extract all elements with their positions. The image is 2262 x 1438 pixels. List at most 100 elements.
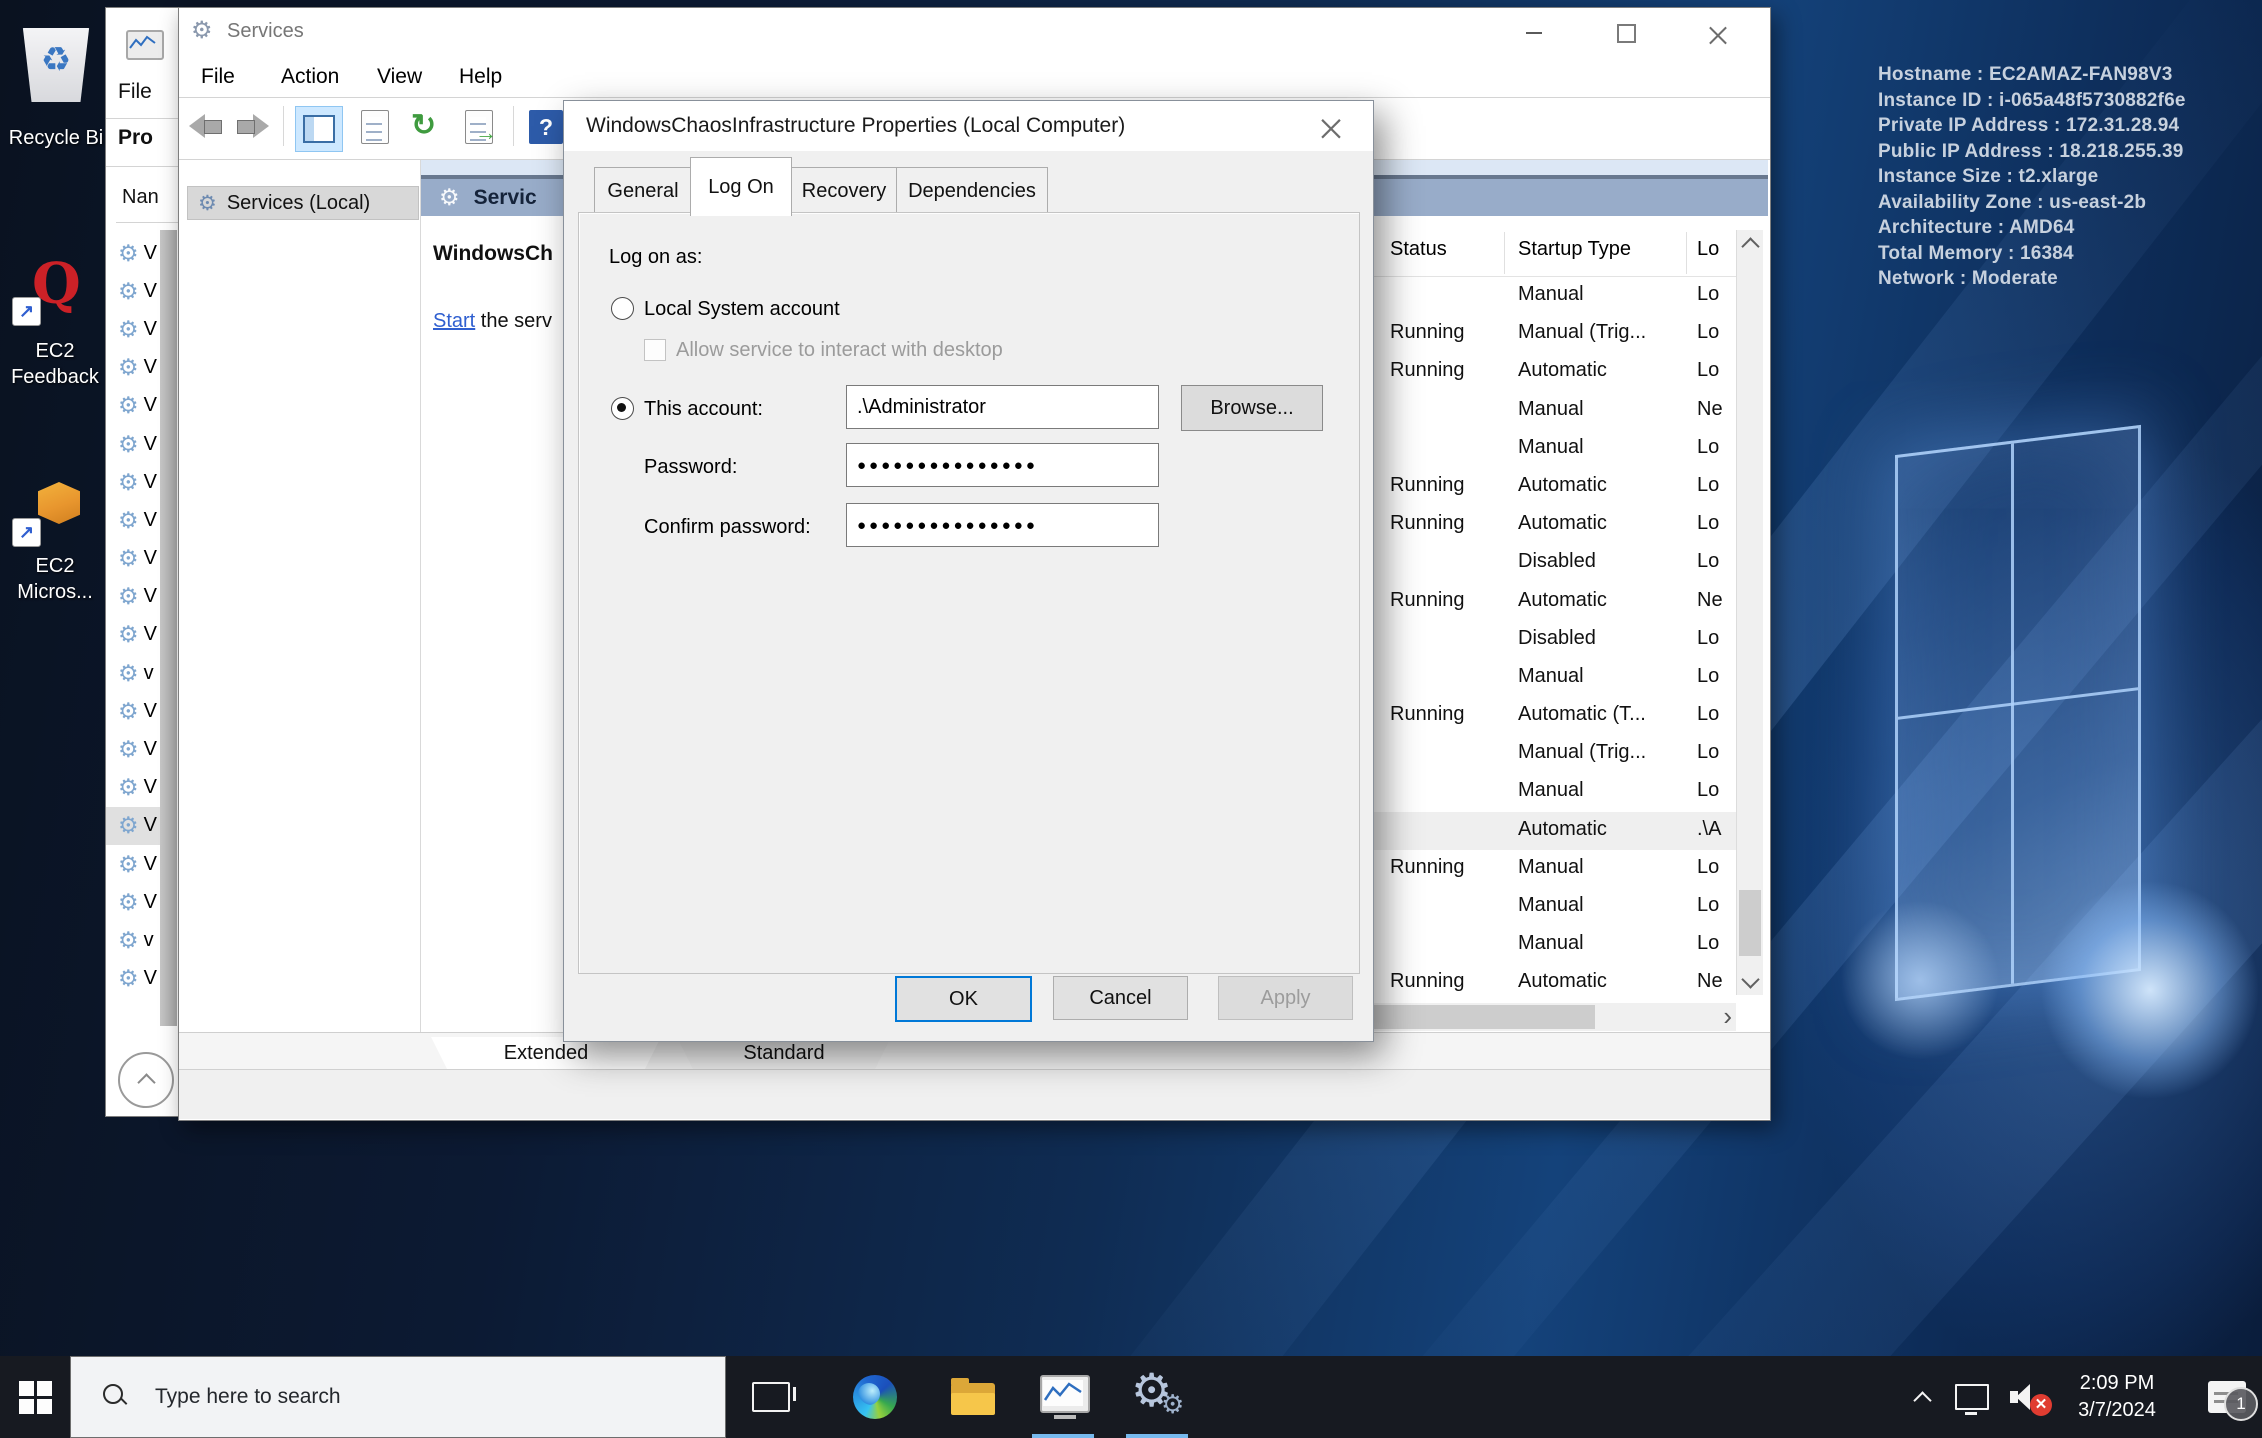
bg-service-row[interactable]: ⚙V <box>106 463 162 501</box>
service-list-row[interactable]: ManualLo <box>1373 430 1736 468</box>
file-explorer-button[interactable] <box>938 1356 1008 1438</box>
bg-service-row[interactable]: ⚙V <box>106 616 162 654</box>
dialog-titlebar[interactable]: WindowsChaosInfrastructure Properties (L… <box>564 101 1373 151</box>
service-list-row[interactable]: RunningManualLo <box>1373 850 1736 888</box>
scroll-right-button[interactable]: › <box>1723 1001 1732 1032</box>
service-list-row[interactable]: ManualLo <box>1373 773 1736 811</box>
refresh-icon[interactable]: ↻ <box>411 108 436 143</box>
properties-icon[interactable] <box>361 110 389 144</box>
service-list-row[interactable]: Manual (Trig...Lo <box>1373 735 1736 773</box>
menu-help[interactable]: Help <box>453 56 508 98</box>
tab-general[interactable]: General <box>594 167 692 214</box>
service-list-row[interactable]: ManualLo <box>1373 888 1736 926</box>
account-input[interactable] <box>846 385 1159 429</box>
bg-service-row[interactable]: ⚙V <box>106 501 162 539</box>
bg-service-row[interactable]: ⚙v <box>106 654 162 692</box>
local-system-label[interactable]: Local System account <box>644 298 840 321</box>
service-list-row[interactable]: DisabledLo <box>1373 621 1736 659</box>
tray-chevron-button[interactable] <box>1900 1356 1944 1438</box>
taskbar-clock[interactable]: 2:09 PM 3/7/2024 <box>2052 1356 2182 1438</box>
edge-button[interactable] <box>840 1356 910 1438</box>
bg-service-row[interactable]: ⚙V <box>106 272 162 310</box>
bg-service-row[interactable]: ⚙V <box>106 730 162 768</box>
tree-item-services-local[interactable]: ⚙ Services (Local) <box>187 186 419 220</box>
scroll-down-button[interactable] <box>1737 967 1763 995</box>
bg-service-row[interactable]: ⚙V <box>106 883 162 921</box>
menu-action[interactable]: Action <box>275 56 345 98</box>
bg-window-expand-button[interactable] <box>118 1052 174 1108</box>
column-separator[interactable] <box>1686 232 1687 274</box>
titlebar[interactable]: ⚙ Services <box>179 8 1770 56</box>
bg-service-row[interactable]: ⚙V <box>106 234 162 272</box>
browse-button[interactable]: Browse... <box>1181 385 1323 431</box>
minimize-button[interactable] <box>1509 18 1559 48</box>
service-list-row[interactable]: RunningManual (Trig...Lo <box>1373 315 1736 353</box>
ok-button[interactable]: OK <box>895 976 1032 1022</box>
this-account-radio[interactable] <box>611 397 634 420</box>
password-input[interactable] <box>846 443 1159 487</box>
bg-service-row[interactable]: ⚙V <box>106 769 162 807</box>
column-header-log-on-as[interactable]: Lo <box>1697 238 1719 261</box>
bg-service-row[interactable]: ⚙V <box>106 425 162 463</box>
bg-window-scroll-edge[interactable] <box>160 230 177 1026</box>
column-header-startup-type[interactable]: Startup Type <box>1518 238 1631 261</box>
menu-view[interactable]: View <box>371 56 428 98</box>
perfmon-button[interactable] <box>1030 1356 1100 1438</box>
menu-file[interactable]: File <box>195 56 241 98</box>
horizontal-scroll-thumb[interactable] <box>1373 1005 1595 1029</box>
service-list-row[interactable]: Automatic.\A <box>1373 812 1736 850</box>
forward-button[interactable] <box>235 114 269 138</box>
bg-service-row[interactable]: ⚙V <box>106 845 162 883</box>
service-list-row[interactable]: ManualLo <box>1373 277 1736 315</box>
bg-window-toolbar-label[interactable]: Pro <box>118 126 153 150</box>
desktop-icon-ec2-feedback[interactable]: Q ↗ EC2 Feedback <box>0 255 118 405</box>
close-button[interactable] <box>1693 18 1743 48</box>
desktop-icon-ec2-microsoft[interactable]: ↗ EC2 Micros... <box>0 478 118 628</box>
service-list-row[interactable]: ManualNe <box>1373 392 1736 430</box>
service-list-row[interactable]: ManualLo <box>1373 659 1736 697</box>
service-list-row[interactable]: RunningAutomatic (T...Lo <box>1373 697 1736 735</box>
vertical-scroll-thumb[interactable] <box>1739 890 1761 956</box>
tab-recovery[interactable]: Recovery <box>790 167 898 214</box>
horizontal-scrollbar[interactable]: › <box>1373 1003 1736 1031</box>
column-header-status[interactable]: Status <box>1390 238 1447 261</box>
bg-service-row[interactable]: ⚙V <box>106 310 162 348</box>
start-button[interactable] <box>0 1356 70 1438</box>
bg-service-row[interactable]: ⚙v <box>106 921 162 959</box>
confirm-password-input[interactable] <box>846 503 1159 547</box>
dialog-close-button[interactable] <box>1306 111 1356 141</box>
bg-service-row[interactable]: ⚙V <box>106 578 162 616</box>
bg-service-row[interactable]: ⚙V <box>106 387 162 425</box>
bg-window-name-column-header[interactable]: Nan <box>122 186 159 209</box>
column-separator[interactable] <box>1504 232 1505 274</box>
back-button[interactable] <box>189 114 223 138</box>
service-list-row[interactable]: RunningAutomaticLo <box>1373 506 1736 544</box>
bg-service-row[interactable]: ⚙V <box>106 349 162 387</box>
services-app-button[interactable]: ⚙ ⚙ <box>1124 1356 1194 1438</box>
service-list-row[interactable]: DisabledLo <box>1373 544 1736 582</box>
help-icon[interactable]: ? <box>529 110 563 144</box>
notification-center-button[interactable]: 1 <box>2192 1356 2262 1438</box>
bg-window-file-menu[interactable]: File <box>118 80 152 104</box>
start-service-link[interactable]: Start <box>433 310 475 332</box>
apply-button[interactable]: Apply <box>1218 976 1353 1020</box>
this-account-label[interactable]: This account: <box>644 398 763 421</box>
task-view-button[interactable] <box>736 1356 806 1438</box>
cancel-button[interactable]: Cancel <box>1053 976 1188 1020</box>
local-system-radio[interactable] <box>611 297 634 320</box>
bg-service-row[interactable]: ⚙V <box>106 960 162 998</box>
service-list-row[interactable]: RunningAutomaticLo <box>1373 468 1736 506</box>
desktop-icon-recycle-bin[interactable]: ♻ Recycle Bi <box>0 10 112 160</box>
tray-volume-button[interactable]: ✕ <box>2000 1356 2054 1438</box>
show-console-tree-button[interactable] <box>295 106 343 152</box>
taskbar-search[interactable]: Type here to search <box>70 1356 726 1438</box>
scroll-up-button[interactable] <box>1737 230 1763 258</box>
vertical-scrollbar[interactable] <box>1736 230 1763 995</box>
service-list-row[interactable]: ManualLo <box>1373 926 1736 964</box>
bg-service-row[interactable]: ⚙V <box>106 692 162 730</box>
service-list-row[interactable]: RunningAutomaticLo <box>1373 353 1736 391</box>
tab-log-on[interactable]: Log On <box>690 157 792 216</box>
tray-network-button[interactable] <box>1946 1356 1998 1438</box>
service-list-row[interactable]: RunningAutomaticNe <box>1373 964 1736 999</box>
bg-service-row[interactable]: ⚙V <box>106 540 162 578</box>
